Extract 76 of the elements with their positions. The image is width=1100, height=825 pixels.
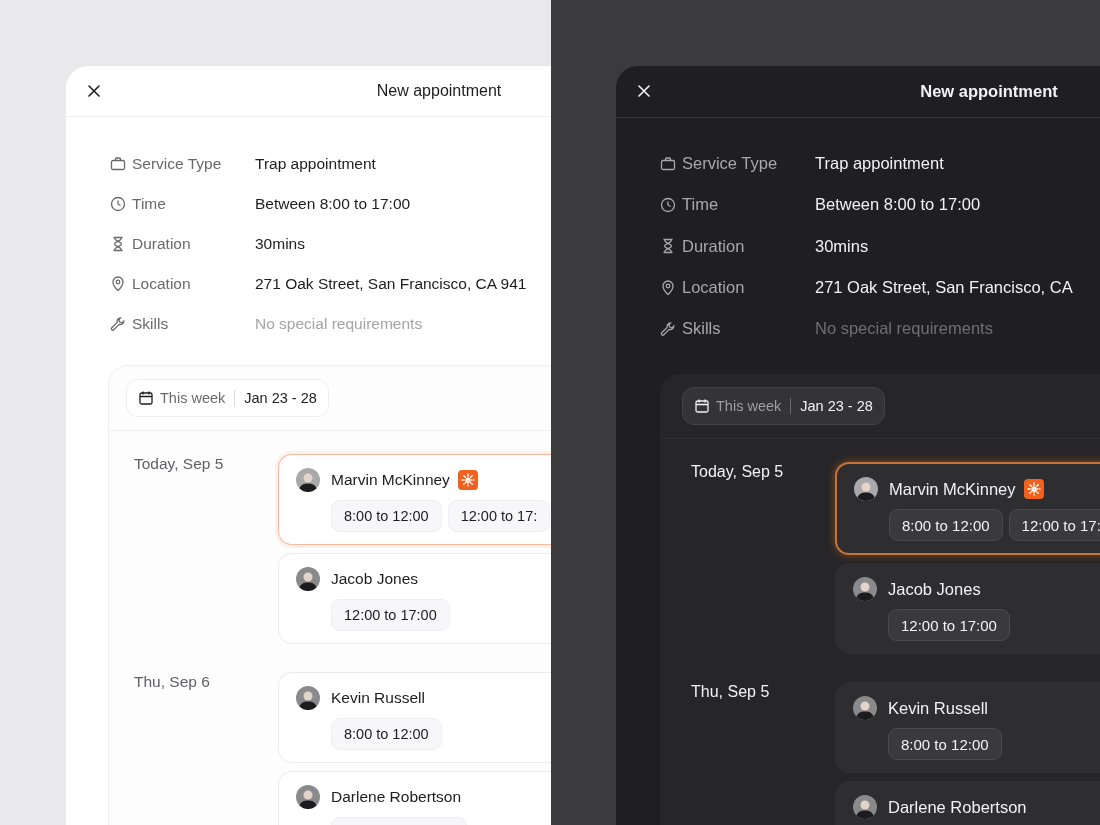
pin-icon	[660, 279, 676, 296]
avatar	[853, 795, 877, 820]
time-slot[interactable]: 8:00 to 12:00	[331, 500, 442, 532]
technician-card[interactable]: Darlene Robertson	[278, 771, 551, 825]
avatar	[853, 696, 877, 721]
close-button[interactable]	[86, 83, 102, 99]
close-button[interactable]	[636, 83, 652, 99]
week-picker[interactable]: This week Jan 23 - 28	[126, 379, 329, 417]
date-range: Jan 23 - 28	[800, 398, 873, 415]
field-label: Skills	[682, 319, 721, 339]
field-value: 30mins	[255, 235, 305, 253]
technician-card[interactable]: Jacob Jones 12:00 to 17:00	[835, 563, 1100, 655]
field-label: Skills	[132, 315, 169, 333]
avatar	[853, 577, 877, 602]
briefcase-icon	[660, 155, 676, 172]
field-label: Service Type	[682, 154, 778, 174]
avatar	[296, 468, 320, 492]
field-value: 271 Oak Street, San Francisco, CA	[815, 278, 1073, 298]
time-slot[interactable]: 12:00 to 17:00	[888, 609, 1010, 642]
field-value: Trap appointment	[815, 154, 944, 174]
week-picker[interactable]: This week Jan 23 - 28	[682, 387, 885, 426]
field-value: No special requirements	[255, 315, 423, 333]
dialog-title: New appointment	[920, 82, 1058, 101]
technician-name: Jacob Jones	[331, 570, 419, 588]
technician-card[interactable]: Marvin McKinney 8:00 to 12:00 12:00 to 17:	[835, 462, 1100, 556]
technician-card[interactable]: Jacob Jones 12:00 to 17:00	[278, 553, 551, 644]
technician-name: Kevin Russell	[888, 699, 988, 718]
calendar-icon	[138, 390, 154, 406]
wrench-icon	[110, 316, 126, 332]
technician-name: Darlene Robertson	[331, 788, 462, 806]
time-slot[interactable]: 8:00 to 12:00	[888, 728, 1002, 761]
wrench-icon	[660, 320, 676, 337]
day-heading: Thu, Sep 6	[134, 672, 211, 692]
time-slot[interactable]: 12:00 to 17:	[447, 500, 551, 532]
week-label: This week	[716, 398, 782, 415]
avatar	[296, 567, 320, 591]
technician-name: Darlene Robertson	[888, 798, 1027, 817]
technician-card[interactable]: Darlene Robertson	[835, 781, 1100, 825]
briefcase-icon	[110, 156, 126, 172]
day-heading: Today, Sep 5	[691, 462, 785, 483]
calendar-icon	[694, 398, 710, 415]
time-slot[interactable]: 12:00 to 17:	[1008, 509, 1100, 542]
technician-card[interactable]: Marvin McKinney 8:00 to 12:00 12:00 to 17:	[278, 454, 551, 545]
field-label: Location	[132, 275, 191, 293]
time-slot[interactable]: 8:00 to 12:00	[889, 509, 1003, 542]
field-value: 30mins	[815, 236, 869, 256]
time-slot[interactable]: 8:00 to 12:00	[331, 718, 442, 750]
field-value: Between 8:00 to 17:00	[255, 195, 411, 213]
field-label: Service Type	[132, 155, 222, 173]
field-label: Duration	[132, 235, 191, 253]
dialog-title: New appointment	[376, 82, 502, 100]
technician-name: Jacob Jones	[888, 580, 981, 599]
field-value: No special requirements	[815, 319, 993, 339]
field-label: Time	[682, 195, 719, 215]
technician-card[interactable]: Kevin Russell 8:00 to 12:00	[835, 682, 1100, 774]
clock-icon	[660, 196, 676, 213]
avatar	[296, 785, 320, 809]
avatar	[854, 477, 878, 502]
field-label: Location	[682, 278, 745, 298]
field-value: Between 8:00 to 17:00	[815, 195, 981, 215]
pin-icon	[110, 276, 126, 292]
field-value: Trap appointment	[255, 155, 376, 173]
week-label: This week	[160, 390, 226, 406]
day-heading: Today, Sep 5	[134, 454, 225, 474]
field-label: Duration	[682, 236, 745, 256]
technician-card[interactable]: Kevin Russell 8:00 to 12:00	[278, 672, 551, 763]
time-slot[interactable]: 12:00 to 17:00	[331, 599, 450, 631]
field-label: Time	[132, 195, 166, 213]
day-heading: Thu, Sep 5	[691, 682, 771, 703]
technician-name: Kevin Russell	[331, 689, 425, 707]
avatar	[296, 686, 320, 710]
technician-name: Marvin McKinney	[331, 471, 450, 489]
date-range: Jan 23 - 28	[244, 390, 317, 406]
field-value: 271 Oak Street, San Francisco, CA 941	[255, 275, 527, 293]
technician-name: Marvin McKinney	[889, 480, 1016, 499]
clock-icon	[110, 196, 126, 212]
